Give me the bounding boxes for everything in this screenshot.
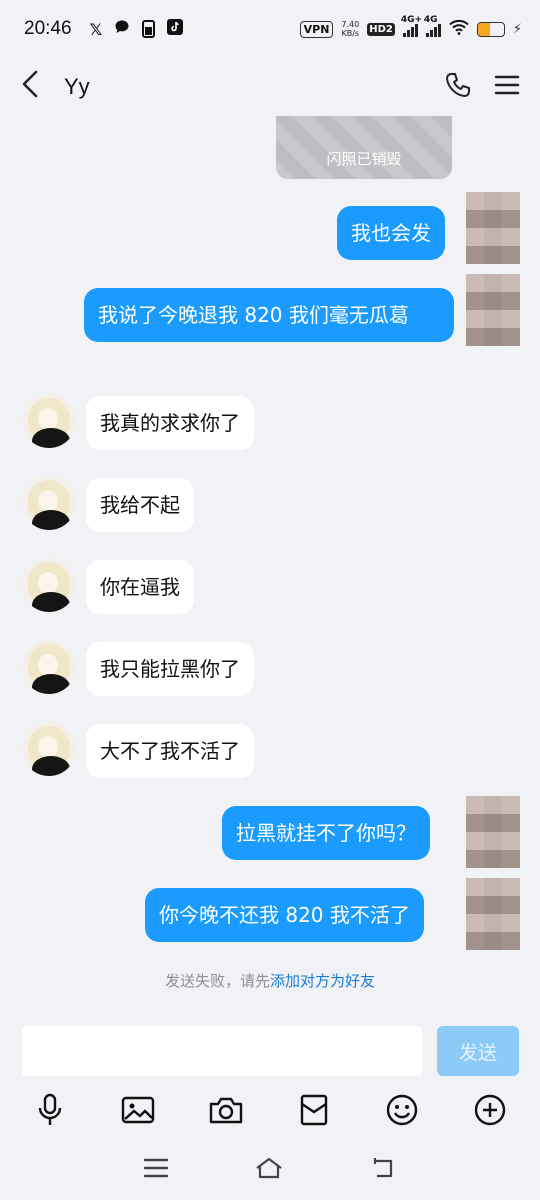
message-bubble-in[interactable]: 我只能拉黑你了 <box>86 642 254 696</box>
flash-photo-label: 闪照已销毁 <box>326 150 402 168</box>
message-bubble-in[interactable]: 你在逼我 <box>86 560 194 614</box>
plus-icon[interactable] <box>470 1090 510 1130</box>
phone-icon[interactable] <box>444 71 472 103</box>
my-avatar[interactable] <box>466 274 520 346</box>
back-nav-icon[interactable] <box>369 1156 397 1184</box>
chat-toolbar <box>0 1086 540 1134</box>
message-bubble-in[interactable]: 我真的求求你了 <box>86 396 254 450</box>
system-nav-bar <box>0 1140 540 1200</box>
message-bubble-out[interactable]: 我说了今晚退我 820 我们毫无瓜葛 <box>84 288 454 342</box>
mic-icon[interactable] <box>30 1090 70 1130</box>
charging-icon: ⚡ <box>512 21 522 37</box>
sim1-label: 4G+ <box>400 15 423 25</box>
status-left-icons: 𝕏 <box>90 19 184 39</box>
status-bar: 20:46 𝕏 VPN 7.40 KB/s HD2 4G+ 4G ⚡ <box>0 0 540 58</box>
my-avatar[interactable] <box>466 192 520 264</box>
message-bubble-in[interactable]: 我给不起 <box>86 478 194 532</box>
send-failed-notice: 发送失败，请先添加对方为好友 <box>0 970 540 991</box>
input-bar: 发送 <box>0 1018 540 1080</box>
message-bubble-out[interactable]: 你今晚不还我 820 我不活了 <box>145 888 424 942</box>
status-right-icons: VPN 7.40 KB/s HD2 4G+ 4G ⚡ <box>299 15 522 39</box>
my-avatar[interactable] <box>466 796 520 868</box>
wifi-icon <box>449 19 469 39</box>
signal-icon-sim1: 4G+ <box>401 15 422 37</box>
message-icon <box>114 19 130 39</box>
menu-icon[interactable] <box>494 73 520 101</box>
x-icon: 𝕏 <box>89 19 103 39</box>
emoji-icon[interactable] <box>382 1090 422 1130</box>
add-friend-link[interactable]: 添加对方为好友 <box>270 972 375 990</box>
chat-title: Yy <box>64 74 90 99</box>
battery-icon <box>476 21 505 37</box>
contact-avatar[interactable] <box>22 558 76 612</box>
tiktok-icon <box>167 19 184 39</box>
sim2-label: 4G <box>423 15 438 25</box>
battery-saver-icon <box>142 20 156 38</box>
vpn-badge: VPN <box>299 20 334 38</box>
home-icon[interactable] <box>254 1156 284 1184</box>
chat-area[interactable]: 闪照已销毁 我也会发 我说了今晚退我 820 我们毫无瓜葛 我真的求求你了 我给… <box>0 116 540 1016</box>
chat-header: Yy <box>0 58 540 116</box>
message-input[interactable] <box>22 1026 422 1076</box>
pixelated-photo <box>466 796 520 868</box>
net-speed: 7.40 KB/s <box>341 20 359 38</box>
hd-badge: HD2 <box>367 22 395 36</box>
pixelated-photo <box>466 878 520 950</box>
contact-avatar[interactable] <box>22 476 76 530</box>
pixelated-photo <box>466 274 520 346</box>
red-packet-icon[interactable] <box>294 1090 334 1130</box>
contact-avatar[interactable] <box>22 394 76 448</box>
contact-avatar[interactable] <box>22 640 76 694</box>
message-bubble-out[interactable]: 我也会发 <box>337 206 445 260</box>
image-icon[interactable] <box>118 1090 158 1130</box>
recent-apps-icon[interactable] <box>143 1157 169 1183</box>
message-bubble-out[interactable]: 拉黑就挂不了你吗？ <box>222 806 430 860</box>
back-icon[interactable] <box>20 69 40 105</box>
my-avatar[interactable] <box>466 878 520 950</box>
pixelated-photo <box>466 192 520 264</box>
net-speed-value: 7.40 <box>341 20 360 29</box>
net-speed-unit: KB/s <box>341 29 360 38</box>
camera-icon[interactable] <box>206 1090 246 1130</box>
send-failed-text: 发送失败，请先 <box>164 972 270 990</box>
contact-avatar[interactable] <box>22 722 76 776</box>
flash-photo-destroyed[interactable]: 闪照已销毁 <box>276 116 452 179</box>
status-time: 20:46 <box>24 18 72 39</box>
message-bubble-in[interactable]: 大不了我不活了 <box>86 724 254 778</box>
signal-icon-sim2: 4G <box>424 15 441 37</box>
send-button[interactable]: 发送 <box>437 1026 519 1076</box>
